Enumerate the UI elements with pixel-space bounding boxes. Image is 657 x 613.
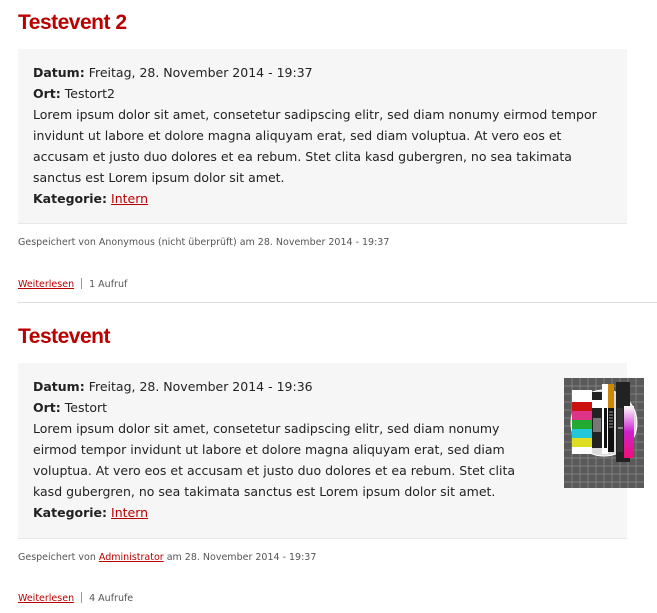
event-details-box: Datum: Freitag, 28. November 2014 - 19:3…	[18, 363, 644, 539]
ort-row: Ort: Testort2	[33, 83, 613, 104]
kategorie-link[interactable]: Intern	[111, 191, 148, 206]
kategorie-link[interactable]: Intern	[111, 505, 148, 520]
read-more-link[interactable]: Weiterlesen	[18, 593, 74, 604]
submitted-info: Gespeichert von Administrator am 28. Nov…	[18, 552, 316, 563]
author-name: Anonymous (nicht überprüft)	[98, 237, 237, 248]
article-title-link[interactable]: Testevent	[18, 324, 110, 350]
link-separator	[81, 592, 83, 603]
datum-label: Datum:	[33, 65, 85, 80]
datum-label: Datum:	[33, 379, 85, 394]
datum-row: Datum: Freitag, 28. November 2014 - 19:3…	[33, 62, 613, 83]
submitted-info: Gespeichert von Anonymous (nicht überprü…	[18, 237, 389, 248]
view-count: 4 Aufrufe	[89, 593, 134, 604]
event-description: Lorem ipsum dolor sit amet, consetetur s…	[33, 421, 516, 499]
kategorie-row: Kategorie: Intern	[33, 188, 613, 209]
event-details: Datum: Freitag, 28. November 2014 - 19:3…	[33, 62, 613, 209]
event-description: Lorem ipsum dolor sit amet, consetetur s…	[33, 107, 597, 185]
article-links: Weiterlesen 4 Aufrufe	[18, 592, 133, 604]
article-divider	[18, 302, 657, 303]
datum-value: Freitag, 28. November 2014 - 19:37	[88, 65, 313, 80]
event-details: Datum: Freitag, 28. November 2014 - 19:3…	[33, 376, 543, 523]
saved-date: am 28. November 2014 - 19:37	[239, 237, 390, 248]
kategorie-label: Kategorie:	[33, 191, 108, 206]
kategorie-label: Kategorie:	[33, 505, 108, 520]
article-links: Weiterlesen 1 Aufruf	[18, 278, 127, 290]
ort-value: Testort2	[64, 86, 116, 101]
ort-row: Ort: Testort	[33, 397, 543, 418]
link-separator	[81, 278, 83, 289]
datum-value: Freitag, 28. November 2014 - 19:36	[88, 379, 313, 394]
ort-value: Testort	[64, 400, 108, 415]
article-title-link[interactable]: Testevent 2	[18, 10, 127, 36]
test-card-image	[564, 378, 644, 488]
view-count: 1 Aufruf	[89, 279, 128, 290]
datum-row: Datum: Freitag, 28. November 2014 - 19:3…	[33, 376, 543, 397]
saved-by-prefix: Gespeichert von	[18, 552, 96, 563]
ort-label: Ort:	[33, 400, 61, 415]
event-details-box: Datum: Freitag, 28. November 2014 - 19:3…	[18, 49, 627, 224]
read-more-link[interactable]: Weiterlesen	[18, 279, 74, 290]
author-link[interactable]: Administrator	[99, 552, 164, 563]
saved-date: am 28. November 2014 - 19:37	[166, 552, 317, 563]
kategorie-row: Kategorie: Intern	[33, 502, 543, 523]
saved-by-prefix: Gespeichert von	[18, 237, 96, 248]
ort-label: Ort:	[33, 86, 61, 101]
